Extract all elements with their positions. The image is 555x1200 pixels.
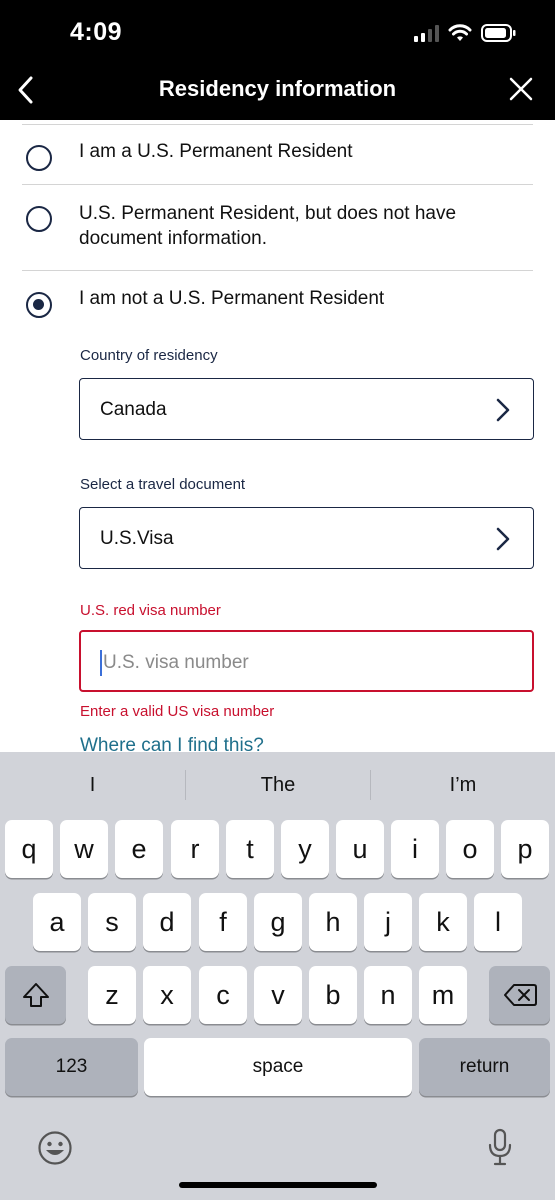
top-bar: 4:09 Residency information	[0, 0, 555, 120]
option-label: I am a U.S. Permanent Resident	[79, 141, 353, 162]
travel-document-value: U.S.Visa	[100, 528, 174, 549]
backspace-icon	[504, 984, 537, 1006]
help-link[interactable]: Where can I find this?	[80, 735, 264, 752]
radio-button[interactable]	[26, 206, 52, 232]
residency-form: I am a U.S. Permanent Resident U.S. Perm…	[0, 120, 555, 752]
divider	[22, 124, 533, 125]
key[interactable]: t	[226, 820, 274, 878]
return-key[interactable]: return	[419, 1038, 550, 1096]
suggestion[interactable]: I’m	[371, 768, 555, 802]
status-icons	[414, 20, 517, 46]
key[interactable]: u	[336, 820, 384, 878]
page-title: Residency information	[158, 76, 397, 101]
key[interactable]: e	[115, 820, 163, 878]
key[interactable]: z	[88, 966, 136, 1024]
key[interactable]: g	[254, 893, 302, 951]
numbers-key[interactable]: 123	[5, 1038, 138, 1096]
home-indicator	[179, 1182, 377, 1188]
key[interactable]: d	[143, 893, 191, 951]
key[interactable]: n	[364, 966, 412, 1024]
battery-icon	[481, 24, 516, 42]
space-key[interactable]: space	[144, 1038, 412, 1096]
keyboard: I The I’m q w e r t y u i o p a s d f g …	[0, 752, 555, 1200]
key[interactable]: x	[143, 966, 191, 1024]
chevron-right-icon	[496, 398, 510, 422]
visa-number-placeholder: U.S. visa number	[103, 652, 249, 673]
travel-document-select[interactable]: U.S.Visa	[79, 507, 534, 569]
key[interactable]: a	[33, 893, 81, 951]
backspace-key[interactable]	[489, 966, 550, 1024]
country-value: Canada	[100, 399, 167, 420]
microphone-icon[interactable]	[486, 1128, 514, 1168]
wifi-icon	[448, 24, 472, 41]
visa-number-input[interactable]: U.S. visa number	[79, 630, 534, 692]
key[interactable]: k	[419, 893, 467, 951]
key[interactable]: j	[364, 893, 412, 951]
key[interactable]: i	[391, 820, 439, 878]
visa-number-label: U.S. red visa number	[80, 602, 221, 619]
country-select[interactable]: Canada	[79, 378, 534, 440]
chevron-right-icon	[496, 527, 510, 551]
key[interactable]: b	[309, 966, 357, 1024]
key[interactable]: y	[281, 820, 329, 878]
key[interactable]: r	[171, 820, 219, 878]
status-time: 4:09	[70, 18, 123, 46]
key[interactable]: l	[474, 893, 522, 951]
text-caret	[100, 650, 102, 676]
option-label: U.S. Permanent Resident, but does not ha…	[79, 203, 457, 249]
divider	[22, 184, 533, 185]
key[interactable]: w	[60, 820, 108, 878]
radio-button[interactable]	[26, 145, 52, 171]
key[interactable]: h	[309, 893, 357, 951]
key[interactable]: o	[446, 820, 494, 878]
key[interactable]: m	[419, 966, 467, 1024]
divider	[22, 270, 533, 271]
cellular-signal-icon	[414, 24, 439, 42]
option-label: I am not a U.S. Permanent Resident	[79, 288, 385, 309]
key[interactable]: s	[88, 893, 136, 951]
shift-icon	[23, 983, 49, 1007]
suggestion[interactable]: I	[0, 768, 185, 802]
suggestion[interactable]: The	[186, 768, 370, 802]
shift-key[interactable]	[5, 966, 66, 1024]
key[interactable]: c	[199, 966, 247, 1024]
visa-number-error: Enter a valid US visa number	[80, 703, 275, 720]
key[interactable]: v	[254, 966, 302, 1024]
key[interactable]: p	[501, 820, 549, 878]
radio-button-selected[interactable]	[26, 292, 52, 318]
close-icon	[509, 77, 533, 101]
country-label: Country of residency	[80, 347, 218, 364]
key[interactable]: q	[5, 820, 53, 878]
travel-document-label: Select a travel document	[80, 476, 246, 493]
key[interactable]: f	[199, 893, 247, 951]
emoji-icon[interactable]	[37, 1130, 73, 1166]
close-button[interactable]	[507, 74, 535, 104]
